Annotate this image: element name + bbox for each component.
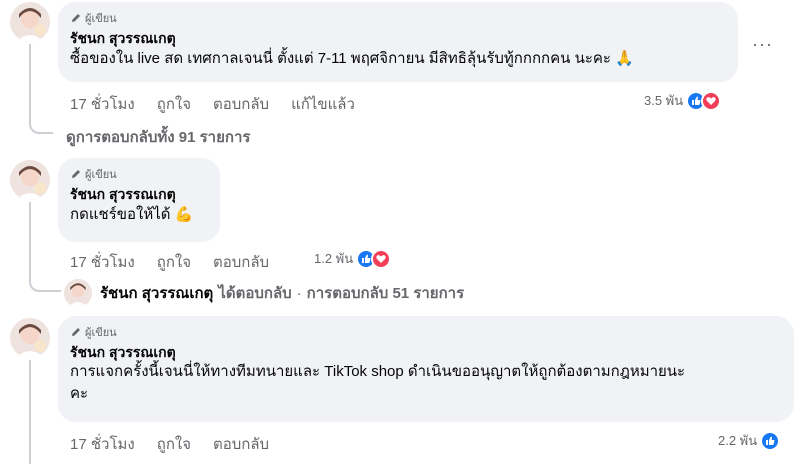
like-button[interactable]: ถูกใจ xyxy=(157,92,191,116)
reply-summary[interactable]: รัชนก สุวรรณเกตุ ได้ตอบกลับ · การตอบกลับ… xyxy=(64,279,464,307)
comment-text-line-2: คะ xyxy=(70,385,89,402)
reactions[interactable]: 1.2 พัน xyxy=(314,248,392,269)
pencil-icon xyxy=(72,328,80,336)
like-button[interactable]: ถูกใจ xyxy=(157,250,191,274)
heart-icon xyxy=(701,90,722,111)
avatar xyxy=(64,279,92,307)
reactions[interactable]: 2.2 พัน xyxy=(718,430,781,451)
like-button[interactable]: ถูกใจ xyxy=(157,432,191,456)
reactions[interactable]: 3.5 พัน xyxy=(644,90,722,111)
comment-author[interactable]: รัชนก สุวรรณเกตุ xyxy=(70,29,726,47)
avatar[interactable] xyxy=(10,160,50,200)
edited-label: แก้ไขแล้ว xyxy=(291,96,355,113)
more-options-icon[interactable]: ··· xyxy=(752,34,773,55)
separator-dot: · xyxy=(296,284,302,302)
thread-line xyxy=(29,44,31,116)
author-badge-label: ผู้เขียน xyxy=(85,13,117,25)
comment-bubble: ผู้เขียน รัชนก สุวรรณเกตุ การแจกครั้งนี้… xyxy=(58,316,794,422)
reply-button[interactable]: ตอบกลับ xyxy=(213,432,269,456)
comment-text-body: กดแชร์ขอให้ได้ xyxy=(70,206,171,223)
comment-actions: 17 ชั่วโมง ถูกใจ ตอบกลับ แก้ไขแล้ว xyxy=(70,92,377,116)
author-badge-label: ผู้เขียน xyxy=(85,169,117,181)
comment-text: การแจกครั้งนี้เจนนี่ให้ทางทีมทนายและ Tik… xyxy=(70,361,782,405)
author-badge: ผู้เขียน xyxy=(70,324,782,340)
thumbs-up-icon xyxy=(760,430,781,451)
thread-curve xyxy=(29,270,61,292)
reaction-count: 3.5 พัน xyxy=(644,93,684,108)
comment-author[interactable]: รัชนก สุวรรณเกตุ xyxy=(70,185,208,203)
thread-line xyxy=(29,360,31,464)
reply-button[interactable]: ตอบกลับ xyxy=(213,250,269,274)
comment-author[interactable]: รัชนก สุวรรณเกตุ xyxy=(70,343,782,361)
avatar[interactable] xyxy=(10,318,50,358)
comment-text-body: ซื้อของใน live สด เทศกาลเจนนี่ ตั้งแต่ 7… xyxy=(70,50,611,67)
comment-time[interactable]: 17 ชั่วโมง xyxy=(70,92,135,116)
reaction-count: 2.2 พัน xyxy=(718,433,758,448)
pray-emoji: 🙏 xyxy=(615,49,634,67)
author-badge: ผู้เขียน xyxy=(70,166,208,182)
view-replies-link[interactable]: ดูการตอบกลับทั้ง 91 รายการ xyxy=(66,125,250,149)
comment-time[interactable]: 17 ชั่วโมง xyxy=(70,432,135,456)
reply-button[interactable]: ตอบกลับ xyxy=(213,92,269,116)
pencil-icon xyxy=(72,14,80,22)
thread-curve xyxy=(29,112,53,134)
reply-author: รัชนก สุวรรณเกตุ xyxy=(100,285,214,302)
comment-text: กดแชร์ขอให้ได้ 💪 xyxy=(70,203,208,226)
reply-action: ได้ตอบกลับ xyxy=(218,285,292,302)
comment-bubble: ผู้เขียน รัชนก สุวรรณเกตุ ซื้อของใน live… xyxy=(58,2,738,82)
author-badge: ผู้เขียน xyxy=(70,10,726,26)
reply-count: การตอบกลับ 51 รายการ xyxy=(306,285,465,302)
reaction-count: 1.2 พัน xyxy=(314,251,354,266)
comment-actions: 17 ชั่วโมง ถูกใจ ตอบกลับ xyxy=(70,250,291,274)
pencil-icon xyxy=(72,170,80,178)
heart-icon xyxy=(371,248,392,269)
flexed-biceps-emoji: 💪 xyxy=(174,205,194,223)
comment-time[interactable]: 17 ชั่วโมง xyxy=(70,250,135,274)
comment-bubble: ผู้เขียน รัชนก สุวรรณเกตุ กดแชร์ขอให้ได้… xyxy=(58,158,220,242)
comment-text: ซื้อของใน live สด เทศกาลเจนนี่ ตั้งแต่ 7… xyxy=(70,47,726,70)
avatar[interactable] xyxy=(10,2,50,42)
comment-actions: 17 ชั่วโมง ถูกใจ ตอบกลับ xyxy=(70,432,291,456)
author-badge-label: ผู้เขียน xyxy=(85,327,117,339)
thread-line xyxy=(29,202,31,274)
comment-text-line-1: การแจกครั้งนี้เจนนี่ให้ทางทีมทนายและ Tik… xyxy=(70,363,686,380)
